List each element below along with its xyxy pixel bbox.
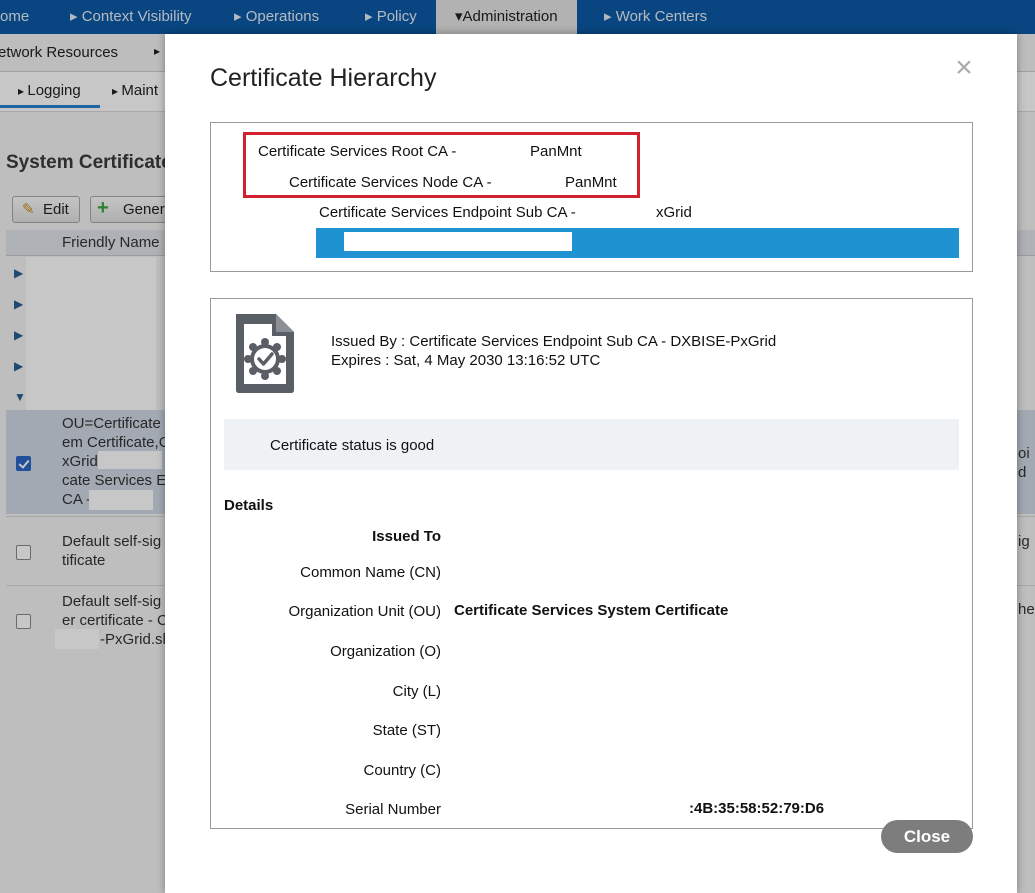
hierarchy-endpoint-value: xGrid: [656, 204, 692, 221]
o-label: Organization (O): [330, 643, 441, 660]
hierarchy-selected-item[interactable]: [316, 228, 959, 258]
serial-value: :4B:35:58:52:79:D6: [689, 800, 825, 817]
certificate-hierarchy-dialog: Certificate Hierarchy × Certificate Serv…: [165, 34, 1017, 893]
highlight-box: [243, 132, 640, 198]
l-label: City (L): [392, 683, 441, 700]
details-heading: Details: [224, 497, 274, 514]
serial-label: Serial Number: [345, 801, 441, 818]
hierarchy-endpoint-label[interactable]: Certificate Services Endpoint Sub CA -: [319, 204, 576, 221]
certificate-icon: [236, 314, 294, 393]
issuer-info: Issued By : Certificate Services Endpoin…: [331, 332, 776, 370]
issued-to-label: Issued To: [372, 528, 441, 545]
cn-label: Common Name (CN): [300, 564, 441, 581]
certificate-details-panel: Issued By : Certificate Services Endpoin…: [210, 298, 973, 829]
close-button[interactable]: Close: [881, 820, 973, 853]
ou-value: Certificate Services System Certificate: [454, 602, 729, 619]
ou-label: Organization Unit (OU): [288, 603, 441, 620]
status-banner: Certificate status is good: [224, 419, 959, 470]
st-label: State (ST): [372, 722, 441, 739]
status-text: Certificate status is good: [270, 437, 435, 454]
issued-by: Issued By : Certificate Services Endpoin…: [331, 333, 777, 350]
hierarchy-tree: Certificate Services Root CA - PanMnt Ce…: [210, 122, 973, 272]
dialog-title: Certificate Hierarchy: [210, 64, 437, 92]
expires: Expires : Sat, 4 May 2030 13:16:52 UTC: [331, 352, 601, 369]
c-label: Country (C): [363, 762, 441, 779]
redacted-area: [344, 232, 572, 251]
close-icon[interactable]: ×: [950, 53, 978, 83]
